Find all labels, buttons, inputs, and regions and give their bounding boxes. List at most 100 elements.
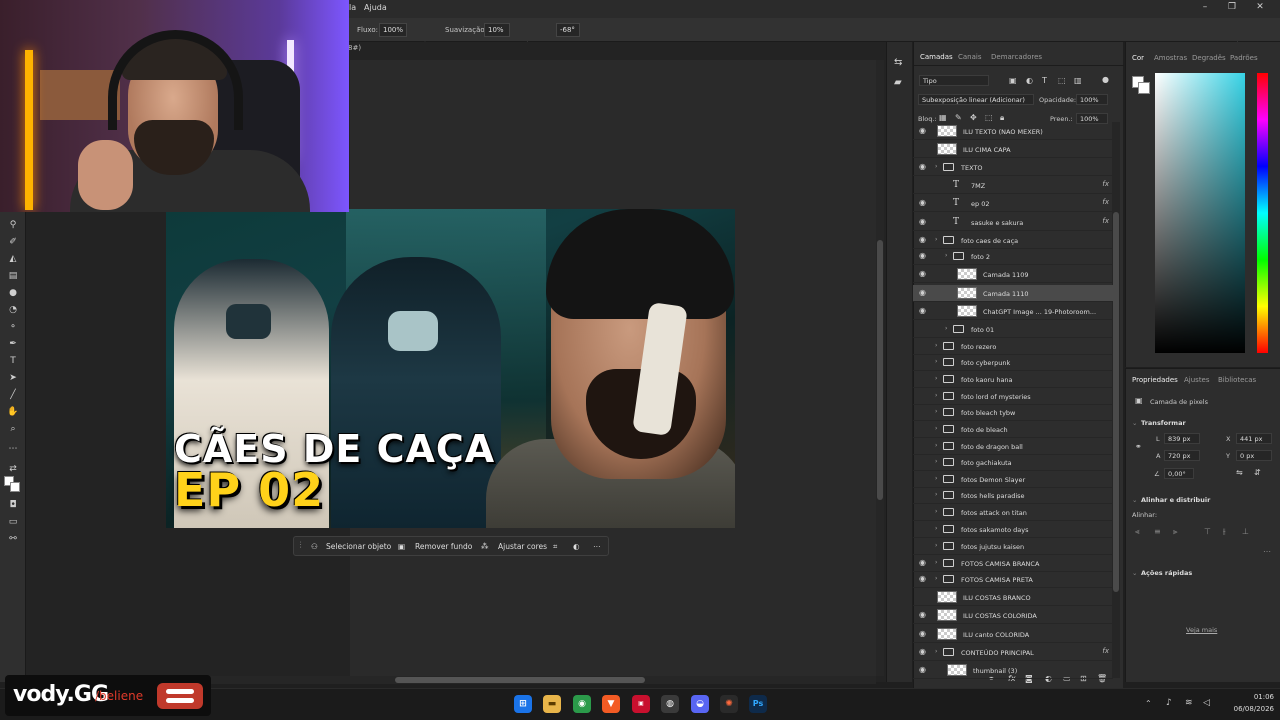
layer-row[interactable]: ◉ › foto 2: [913, 248, 1113, 265]
expand-arrow-icon[interactable]: ›: [935, 542, 937, 549]
visibility-eye-icon[interactable]: [919, 375, 929, 383]
visibility-eye-icon[interactable]: ◉: [919, 559, 929, 567]
tab-libraries[interactable]: Bibliotecas: [1218, 376, 1256, 384]
expand-arrow-icon[interactable]: ›: [935, 358, 937, 365]
see-more-link[interactable]: Veja mais: [1186, 626, 1217, 634]
layer-effects-icon[interactable]: fx: [1102, 180, 1109, 188]
visibility-eye-icon[interactable]: [919, 442, 929, 450]
chrome-icon[interactable]: ◉: [573, 695, 591, 713]
tab-gradients[interactable]: Degradês: [1192, 54, 1226, 62]
expand-arrow-icon[interactable]: ›: [935, 442, 937, 449]
layer-row[interactable]: ◉ ILU TEXTO (NAO MEXER): [913, 123, 1113, 140]
layers-scroll-thumb[interactable]: [1113, 212, 1119, 592]
filter-shape-icon[interactable]: ⬚: [1058, 76, 1066, 86]
minimize-icon[interactable]: –: [1195, 2, 1215, 12]
more-align-icon[interactable]: ⋯: [1263, 547, 1271, 557]
expand-arrow-icon[interactable]: ›: [935, 559, 937, 566]
width-field[interactable]: 839 px: [1164, 433, 1200, 444]
tab-adjustments[interactable]: Ajustes: [1184, 376, 1210, 384]
drag-handle-icon[interactable]: ⋮: [297, 540, 305, 549]
background-color-swatch[interactable]: [10, 482, 20, 492]
visibility-eye-icon[interactable]: ◉: [919, 630, 929, 638]
color-picker-field[interactable]: [1155, 73, 1245, 353]
lock-paint-icon[interactable]: ✎: [955, 113, 962, 123]
quick-mask-icon[interactable]: ◘: [6, 500, 20, 512]
layer-row[interactable]: › fotos hells paradise: [913, 487, 1113, 504]
lock-position-icon[interactable]: ✥: [970, 113, 977, 123]
tab-color[interactable]: Cor: [1132, 54, 1144, 62]
layer-row[interactable]: › foto 01: [913, 321, 1113, 338]
layer-row[interactable]: › fotos Demon Slayer: [913, 471, 1113, 488]
sponge-icon[interactable]: ⚬: [6, 322, 20, 334]
layer-row[interactable]: › foto lord of mysteries: [913, 388, 1113, 405]
visibility-eye-icon[interactable]: ◉: [919, 307, 929, 315]
lock-pixels-icon[interactable]: ▦: [939, 113, 947, 123]
discord-icon[interactable]: ◒: [691, 695, 709, 713]
menu-item-help[interactable]: Ajuda: [364, 3, 387, 12]
layer-row[interactable]: ◉ › FOTOS CAMISA PRETA: [913, 571, 1113, 588]
vertical-scroll-thumb[interactable]: [877, 240, 883, 500]
visibility-eye-icon[interactable]: [919, 525, 929, 533]
layer-row[interactable]: T 7MZ fx: [913, 177, 1113, 194]
layer-row[interactable]: ◉ thumbnail (3): [913, 662, 1113, 679]
visibility-eye-icon[interactable]: [919, 593, 929, 601]
menu-item-window[interactable]: la: [349, 3, 356, 12]
hand-icon[interactable]: ✋: [6, 407, 20, 419]
layer-row[interactable]: › fotos jujutsu kaisen: [913, 538, 1113, 555]
stamp-tool-icon[interactable]: ⚲: [6, 220, 20, 232]
visibility-eye-icon[interactable]: [919, 181, 929, 189]
opacity-field[interactable]: 100%: [1076, 94, 1108, 105]
start-icon[interactable]: ⊞: [514, 695, 532, 713]
layer-effects-icon[interactable]: fx: [1102, 198, 1109, 206]
align-bottom-icon[interactable]: ⊥: [1242, 527, 1249, 537]
layer-filter-select[interactable]: Tipo: [919, 75, 989, 86]
visibility-eye-icon[interactable]: ◉: [919, 252, 929, 260]
layer-row[interactable]: ◉ ChatGPT Image ... 19-Photoroom...: [913, 303, 1113, 320]
visibility-eye-icon[interactable]: [919, 542, 929, 550]
microphone-icon[interactable]: ♪: [1166, 698, 1172, 708]
remove-bg-button[interactable]: Remover fundo: [415, 542, 472, 551]
layer-row[interactable]: ◉ Camada 1110: [913, 285, 1113, 302]
align-right-icon[interactable]: ⫸: [1173, 527, 1178, 537]
align-center-h-icon[interactable]: ≡: [1154, 527, 1161, 537]
expand-arrow-icon[interactable]: ›: [935, 163, 937, 170]
expand-arrow-icon[interactable]: ›: [935, 475, 937, 482]
rotation-field[interactable]: 0,00°: [1164, 468, 1194, 479]
layer-row[interactable]: ◉ ILU COSTAS COLORIDA: [913, 607, 1113, 624]
filter-type-icon[interactable]: T: [1042, 76, 1047, 86]
visibility-eye-icon[interactable]: ◉: [919, 648, 929, 656]
layer-row[interactable]: › foto de bleach: [913, 421, 1113, 438]
file-explorer-icon[interactable]: ▬: [543, 695, 561, 713]
visibility-eye-icon[interactable]: ◉: [919, 666, 929, 674]
tab-patterns[interactable]: Padrões: [1230, 54, 1258, 62]
canvas-image[interactable]: CÃES DE CAÇA EP 02: [166, 209, 735, 528]
select-subject-button[interactable]: Selecionar objeto: [326, 542, 391, 551]
layer-row[interactable]: › fotos sakamoto days: [913, 521, 1113, 538]
layer-row[interactable]: ◉ › CONTEÚDO PRINCIPAL fx: [913, 644, 1113, 661]
layer-row[interactable]: ILU CIMA CAPA: [913, 141, 1113, 158]
smooth-field[interactable]: 10%: [484, 23, 510, 37]
angle-field[interactable]: -68°: [556, 23, 580, 37]
visibility-eye-icon[interactable]: [919, 508, 929, 516]
hue-slider[interactable]: [1257, 73, 1268, 353]
layer-row[interactable]: ◉ ILU canto COLORIDA: [913, 626, 1113, 643]
volume-icon[interactable]: ◁: [1203, 698, 1210, 708]
obs-icon[interactable]: ◍: [661, 695, 679, 713]
swap-colors-icon[interactable]: ⇄: [6, 464, 20, 476]
zoom-icon[interactable]: ⌕: [6, 424, 20, 436]
layer-row[interactable]: ◉ Camada 1109: [913, 266, 1113, 283]
vodka-app-icon[interactable]: ▣: [632, 695, 650, 713]
layer-row[interactable]: › foto kaoru hana: [913, 371, 1113, 388]
flip-horizontal-icon[interactable]: ⇋: [1236, 468, 1243, 478]
align-middle-icon[interactable]: ⫲: [1223, 527, 1226, 537]
expand-arrow-icon[interactable]: ›: [945, 325, 947, 332]
expand-arrow-icon[interactable]: ›: [935, 392, 937, 399]
layer-row[interactable]: ◉ Tsasuke e sakura fx: [913, 214, 1113, 231]
visibility-eye-icon[interactable]: ◉: [919, 163, 929, 171]
layer-row[interactable]: ◉ › foto caes de caça: [913, 232, 1113, 249]
visibility-eye-icon[interactable]: [919, 325, 929, 333]
expand-arrow-icon[interactable]: ›: [935, 575, 937, 582]
filter-adjust-icon[interactable]: ◐: [1026, 76, 1033, 86]
expand-arrow-icon[interactable]: ›: [935, 525, 937, 532]
filter-pixel-icon[interactable]: ▣: [1009, 76, 1017, 86]
